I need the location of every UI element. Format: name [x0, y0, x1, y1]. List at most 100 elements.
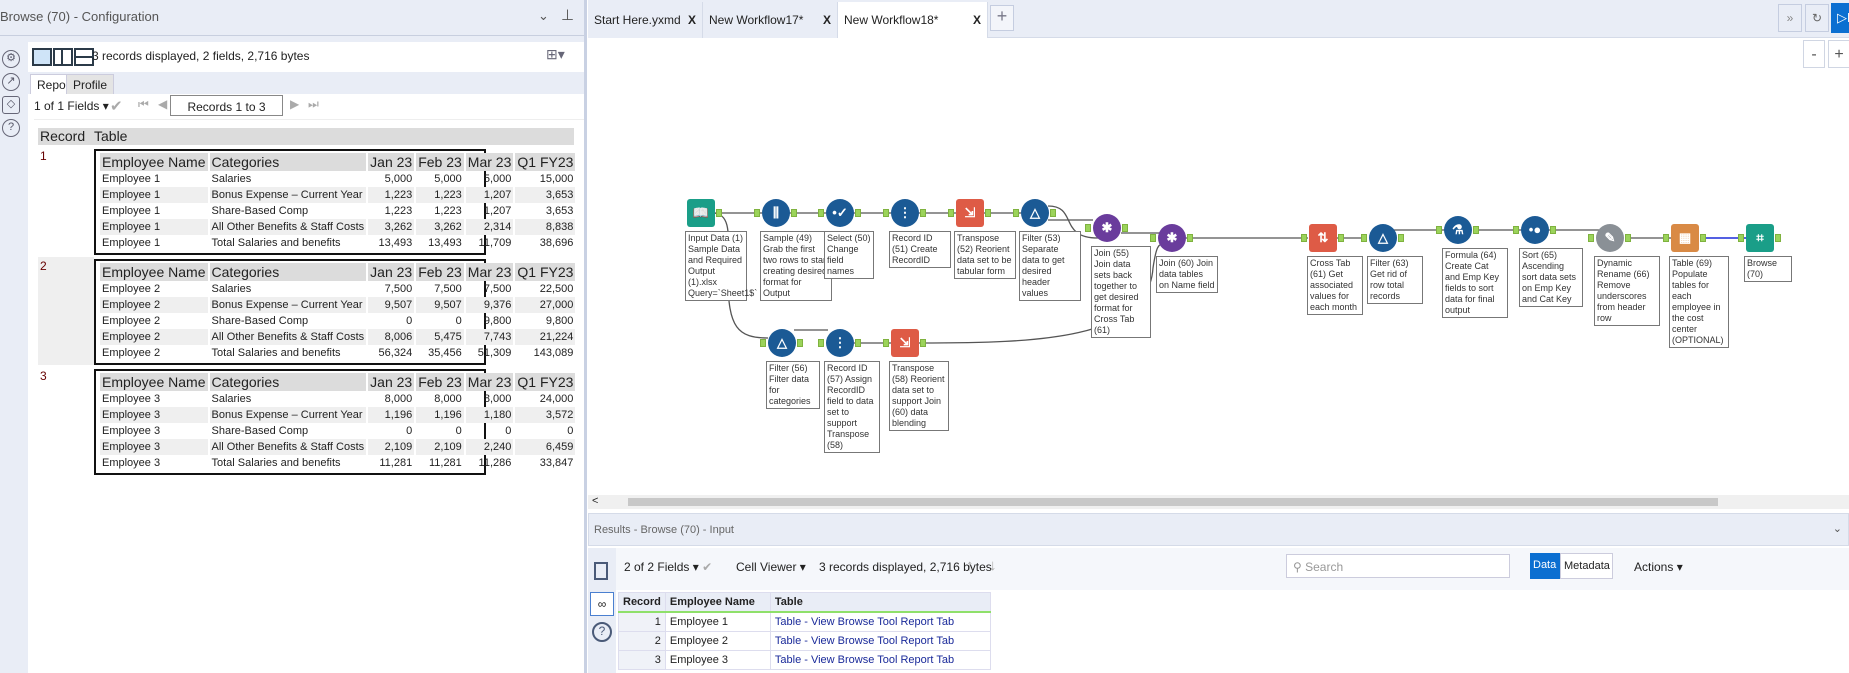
grid-row[interactable]: 1 Employee 1 Table - View Browse Tool Repo… — [618, 611, 991, 632]
gear-icon[interactable]: ⚙ — [2, 50, 20, 68]
workflow-canvas[interactable]: - + 📖 Input Data (1) Sample Data and Requ… — [588, 38, 1849, 495]
join-icon[interactable]: ✱ — [1093, 214, 1121, 242]
data-button[interactable]: Data — [1530, 553, 1560, 579]
table-icon[interactable]: ▦ — [1671, 224, 1699, 252]
input-anchor[interactable] — [948, 209, 954, 217]
run-button[interactable]: ▷R — [1831, 3, 1849, 33]
tab-workflow[interactable]: Start Here.yxmd X — [588, 2, 703, 38]
split-vertical-button[interactable] — [53, 48, 73, 66]
binoculars-icon[interactable]: ⌗ — [1746, 224, 1774, 252]
binoculars-icon[interactable]: ∞ — [590, 592, 614, 616]
input-anchor[interactable] — [1588, 234, 1594, 242]
cross-tab-icon[interactable]: ⇅ — [1309, 224, 1337, 252]
split-horizontal-button[interactable] — [74, 48, 94, 66]
grid-column-header[interactable]: Record — [618, 592, 666, 613]
output-anchor[interactable] — [791, 209, 797, 217]
table-link[interactable]: Table - View Browse Tool Report Tab — [769, 650, 991, 670]
output-anchor[interactable] — [1187, 234, 1193, 242]
input-anchor[interactable] — [883, 209, 889, 217]
select-check-icon[interactable]: •✓ — [826, 199, 854, 227]
output-anchor[interactable] — [797, 339, 803, 347]
output-anchor[interactable] — [716, 209, 722, 217]
grid-column-header[interactable]: Employee Name — [664, 592, 771, 613]
input-anchor[interactable] — [1301, 234, 1307, 242]
output-anchor[interactable] — [1050, 209, 1056, 217]
input-anchor[interactable] — [1738, 234, 1744, 242]
output-anchor[interactable] — [985, 209, 991, 217]
help-icon[interactable]: ? — [592, 622, 612, 642]
join-icon[interactable]: ✱ — [1158, 224, 1186, 252]
input-anchor[interactable] — [760, 339, 766, 347]
output-anchor[interactable] — [1625, 234, 1631, 242]
add-tab-button[interactable]: + — [990, 5, 1014, 31]
input-anchor[interactable] — [1085, 224, 1091, 232]
first-record-icon[interactable]: ⏮ — [138, 97, 149, 112]
input-anchor[interactable] — [1150, 234, 1156, 242]
table-link[interactable]: Table - View Browse Tool Report Tab — [769, 611, 991, 632]
sort-down-icon[interactable]: ↓ — [989, 557, 997, 574]
input-anchor[interactable] — [754, 209, 760, 217]
metadata-button[interactable]: Metadata — [1560, 553, 1613, 579]
table-link[interactable]: Table - View Browse Tool Report Tab — [769, 631, 991, 651]
close-icon[interactable]: X — [688, 13, 696, 27]
transpose-icon[interactable]: ⇲ — [956, 199, 984, 227]
input-anchor[interactable] — [1436, 226, 1442, 234]
output-anchor[interactable] — [920, 209, 926, 217]
sample-icon[interactable]: ⫼ — [762, 199, 790, 227]
output-anchor[interactable] — [920, 339, 926, 347]
input-anchor[interactable] — [883, 339, 889, 347]
overflow-chevron-icon[interactable]: » — [1778, 4, 1802, 32]
single-view-button[interactable] — [32, 48, 52, 66]
input-anchor[interactable] — [1361, 234, 1367, 242]
transpose-icon[interactable]: ⇲ — [891, 329, 919, 357]
history-icon[interactable]: ↻ — [1805, 4, 1829, 32]
filter-icon[interactable]: △ — [768, 329, 796, 357]
scroll-left-icon[interactable]: < — [592, 495, 598, 507]
sort-up-icon[interactable]: ↑ — [966, 557, 974, 574]
output-anchor[interactable] — [1473, 226, 1479, 234]
add-view-dropdown[interactable]: ⊞▾ — [546, 46, 565, 63]
input-anchor[interactable] — [818, 209, 824, 217]
output-anchor[interactable] — [1398, 234, 1404, 242]
output-anchor[interactable] — [1700, 234, 1706, 242]
prev-record-icon[interactable]: ◀ — [158, 97, 167, 111]
arrow-circle-icon[interactable]: ↗ — [2, 73, 20, 91]
output-anchor[interactable] — [855, 339, 861, 347]
search-input[interactable]: ⚲ Search — [1286, 554, 1510, 578]
canvas-horizontal-scrollbar[interactable]: < — [588, 495, 1849, 509]
tag-icon[interactable]: ◇ — [2, 96, 20, 114]
output-anchor[interactable] — [1338, 234, 1344, 242]
list-view-icon[interactable] — [594, 562, 608, 580]
tab-workflow[interactable]: New Workflow17* X — [703, 2, 838, 38]
chevron-down-icon[interactable]: ⌄ — [538, 8, 549, 24]
check-icon[interactable]: ✔ — [110, 97, 123, 115]
filter-icon[interactable]: △ — [1369, 224, 1397, 252]
chevron-down-icon[interactable]: ⌄ — [1833, 522, 1842, 535]
output-anchor[interactable] — [1550, 226, 1556, 234]
question-icon[interactable]: ? — [2, 119, 20, 137]
fields-dropdown[interactable]: 1 of 1 Fields ▾ — [34, 99, 109, 113]
filter-icon[interactable]: △ — [1021, 199, 1049, 227]
record-id-icon[interactable]: ⋮ — [826, 329, 854, 357]
cell-viewer-dropdown[interactable]: Cell Viewer ▾ — [736, 560, 806, 574]
sort-icon[interactable]: •● — [1521, 216, 1549, 244]
input-anchor[interactable] — [1663, 234, 1669, 242]
output-anchor[interactable] — [1775, 234, 1781, 242]
grid-row[interactable]: 2 Employee 2 Table - View Browse Tool Repo… — [618, 631, 991, 651]
dynamic-rename-icon[interactable]: ✎ — [1596, 224, 1624, 252]
last-record-icon[interactable]: ⏭ — [308, 97, 319, 112]
fields-dropdown[interactable]: 2 of 2 Fields ▾ ✔ — [624, 560, 712, 574]
book-icon[interactable]: 📖 — [687, 199, 715, 227]
output-anchor[interactable] — [1122, 224, 1128, 232]
grid-row[interactable]: 3 Employee 3 Table - View Browse Tool Repo… — [618, 650, 991, 670]
input-anchor[interactable] — [1013, 209, 1019, 217]
close-icon[interactable]: X — [823, 13, 831, 27]
actions-dropdown[interactable]: Actions ▾ — [1634, 560, 1683, 574]
tab-workflow[interactable]: New Workflow18* X — [838, 2, 988, 38]
record-id-icon[interactable]: ⋮ — [891, 199, 919, 227]
records-range-field[interactable]: Records 1 to 3 — [170, 95, 283, 116]
input-anchor[interactable] — [818, 339, 824, 347]
grid-column-header[interactable]: Table — [769, 592, 991, 613]
input-anchor[interactable] — [1513, 226, 1519, 234]
next-record-icon[interactable]: ▶ — [290, 97, 299, 111]
